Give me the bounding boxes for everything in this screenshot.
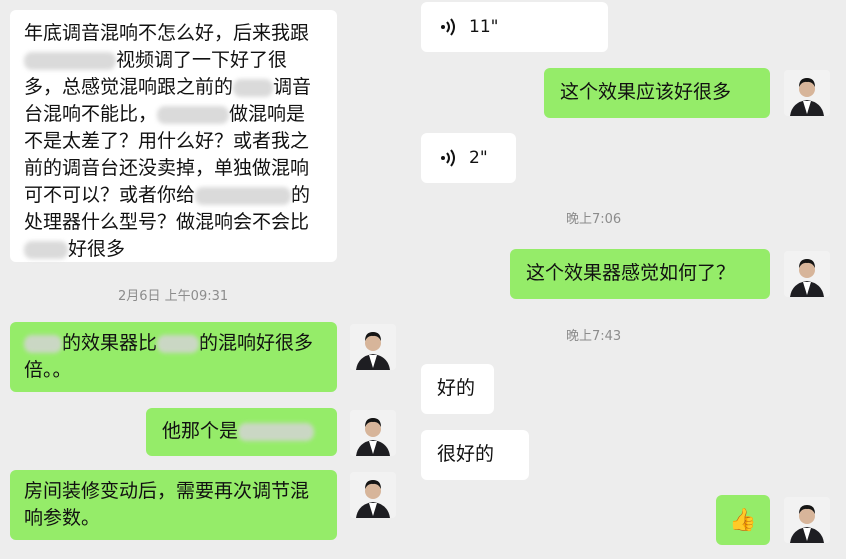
message-text: 很好的 xyxy=(437,443,495,465)
voice-message[interactable]: 11" xyxy=(421,2,608,52)
chat-panel-right: 11" 这个效果应该好很多 2" 晚上7:06 这个效果器感觉如何了？ 晚上7:… xyxy=(412,0,846,559)
timestamp: 晚上7:06 xyxy=(566,212,622,227)
message-bubble[interactable]: 这个效果应该好很多 xyxy=(544,68,770,118)
avatar[interactable] xyxy=(350,324,396,370)
message-text: 这个效果器感觉如何了？ xyxy=(526,262,736,284)
chat-panel-left: 年底调音混响不怎么好，后来我跟 视频调了一下好了很 多，总感觉混响跟之前的 调音 … xyxy=(0,0,408,559)
message-line: 响参数。 xyxy=(24,507,101,529)
voice-message[interactable]: 2" xyxy=(421,133,516,183)
message-line: 倍。。 xyxy=(24,359,72,381)
message-line: 的效果器比 的混响好很多 xyxy=(24,330,323,357)
message-bubble[interactable]: 年底调音混响不怎么好，后来我跟 视频调了一下好了很 多，总感觉混响跟之前的 调音 … xyxy=(10,10,337,262)
message-line: 好很多 xyxy=(24,236,323,263)
message-text: 这个效果应该好很多 xyxy=(560,81,732,103)
message-text: 好的 xyxy=(437,377,476,399)
message-line: 不是太差了？用什么好？或者我之 xyxy=(24,130,310,152)
message-line: 台混响不能比， 做混响是 xyxy=(24,103,306,125)
message-bubble[interactable]: 好的 xyxy=(421,364,494,414)
message-line: 他那个是 xyxy=(162,418,321,445)
thumbs-up-icon: 👍 xyxy=(729,508,757,533)
message-line: 多，总感觉混响跟之前的 调音 xyxy=(24,76,312,98)
message-line: 处理器什么型号？做混响会不会比 xyxy=(24,211,310,233)
avatar[interactable] xyxy=(350,472,396,518)
message-line: 年底调音混响不怎么好，后来我跟 xyxy=(24,22,310,44)
message-line: 可不可以？或者你给的 xyxy=(24,184,311,206)
message-bubble[interactable]: 他那个是 xyxy=(146,408,337,456)
timestamp: 2月6日 上午09:31 xyxy=(118,289,229,304)
message-bubble[interactable]: 👍 xyxy=(716,495,770,545)
avatar[interactable] xyxy=(784,251,830,297)
message-line: 视频调了一下好了很 xyxy=(24,47,323,74)
message-line: 房间装修变动后，需要再次调节混 xyxy=(24,480,310,502)
voice-duration: 2" xyxy=(469,147,488,168)
timestamp: 晚上7:43 xyxy=(566,329,622,344)
voice-icon xyxy=(441,18,455,36)
message-bubble[interactable]: 很好的 xyxy=(421,430,529,480)
voice-icon xyxy=(441,149,455,167)
voice-duration: 11" xyxy=(469,16,499,37)
message-bubble[interactable]: 的效果器比 的混响好很多 倍。。 xyxy=(10,322,337,392)
message-bubble[interactable]: 这个效果器感觉如何了？ xyxy=(510,249,770,299)
avatar[interactable] xyxy=(784,497,830,543)
avatar[interactable] xyxy=(784,70,830,116)
avatar[interactable] xyxy=(350,410,396,456)
message-bubble[interactable]: 房间装修变动后，需要再次调节混 响参数。 xyxy=(10,470,337,540)
message-line: 前的调音台还没卖掉，单独做混响 xyxy=(24,157,310,179)
